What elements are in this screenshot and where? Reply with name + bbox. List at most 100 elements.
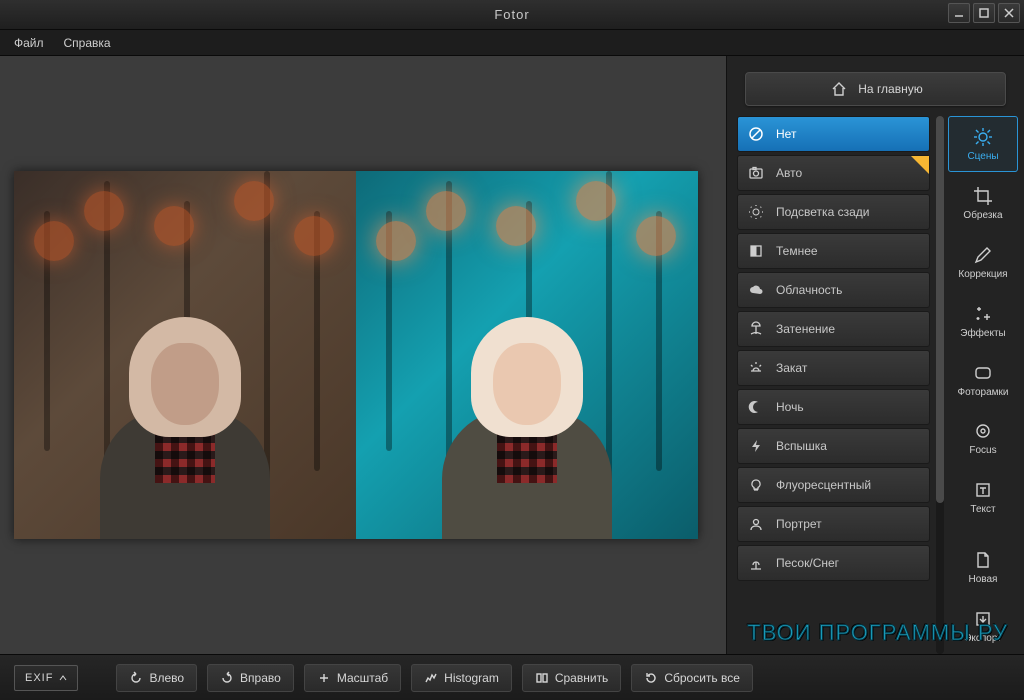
scene-item-auto[interactable]: Авто [737,155,930,191]
scenes-icon [972,126,994,148]
pencil-icon [972,244,994,266]
menu-help[interactable]: Справка [64,36,111,50]
sandsnow-icon [746,553,766,573]
menu-file[interactable]: Файл [14,36,44,50]
scene-item-darker[interactable]: Темнее [737,233,930,269]
btn-label: Сравнить [555,671,608,685]
scene-item-sunset[interactable]: Закат [737,350,930,386]
compare-icon [535,671,549,685]
tab-scenes[interactable]: Сцены [948,116,1018,172]
scene-item-backlight[interactable]: Подсветка сзади [737,194,930,230]
tab-label: Текст [970,504,995,515]
minimize-button[interactable] [948,3,970,23]
night-icon [746,397,766,417]
exif-button[interactable]: EXIF [14,665,78,691]
scene-item-portrait[interactable]: Портрет [737,506,930,542]
cloudy-icon [746,280,766,300]
rotate-left-icon [129,671,143,685]
scrollbar-thumb[interactable] [936,116,944,503]
portrait-icon [746,514,766,534]
right-panel: На главную Нет Авто Подсветка сзади Темнее О… [726,56,1024,654]
tab-label: Сцены [967,151,998,162]
shade-icon [746,319,766,339]
maximize-button[interactable] [973,3,995,23]
scene-label: Песок/Снег [776,556,839,570]
text-icon [972,479,994,501]
scene-label: Вспышка [776,439,827,453]
auto-icon [746,163,766,183]
scene-label: Темнее [776,244,818,258]
scene-label: Флуоресцентный [776,478,871,492]
scene-label: Авто [776,166,802,180]
scene-item-cloudy[interactable]: Облачность [737,272,930,308]
tab-label: Новая [969,574,998,585]
tab-label: Фоторамки [958,387,1009,398]
sparkle-icon [972,303,994,325]
scene-item-none[interactable]: Нет [737,116,930,152]
image-after [356,171,698,539]
scene-list[interactable]: Нет Авто Подсветка сзади Темнее Облачность За… [737,116,934,654]
rotate-left-button[interactable]: Влево [116,664,197,692]
window-controls [948,3,1020,23]
tab-label: Обрезка [963,210,1002,221]
compare-view [14,171,698,539]
scene-label: Закат [776,361,807,375]
rotate-right-button[interactable]: Вправо [207,664,294,692]
canvas-viewport[interactable] [0,56,726,654]
tab-text[interactable]: Текст [948,469,1018,525]
tab-crop[interactable]: Обрезка [948,175,1018,231]
close-button[interactable] [998,3,1020,23]
rotate-right-icon [220,671,234,685]
zoom-icon [317,671,331,685]
scene-label: Нет [776,127,796,141]
home-button[interactable]: На главную [745,72,1006,106]
tab-adjust[interactable]: Коррекция [948,234,1018,290]
reset-button[interactable]: Сбросить все [631,664,753,692]
scene-item-flash[interactable]: Вспышка [737,428,930,464]
focus-icon [972,420,994,442]
scene-item-night[interactable]: Ночь [737,389,930,425]
scene-item-sandsnow[interactable]: Песок/Снег [737,545,930,581]
btn-label: Масштаб [337,671,388,685]
watermark-text: ТВОИ ПРОГРАММЫ РУ [747,620,1008,646]
scene-item-shade[interactable]: Затенение [737,311,930,347]
home-icon [828,78,850,100]
scene-label: Подсветка сзади [776,205,869,219]
none-icon [746,124,766,144]
sunset-icon [746,358,766,378]
tab-label: Focus [969,445,996,456]
window-title: Fotor [0,7,1024,22]
backlight-icon [746,202,766,222]
bottom-toolbar: EXIF Влево Вправо Масштаб Histogram Срав… [0,654,1024,700]
chevron-up-icon [59,674,67,682]
frame-icon [972,362,994,384]
tab-effects[interactable]: Эффекты [948,293,1018,349]
home-label: На главную [858,82,922,96]
compare-button[interactable]: Сравнить [522,664,621,692]
tab-label: Эффекты [960,328,1005,339]
reset-icon [644,671,658,685]
histogram-icon [424,671,438,685]
scene-label: Затенение [776,322,835,336]
scene-scrollbar[interactable] [936,116,944,654]
flash-icon [746,436,766,456]
scene-label: Облачность [776,283,842,297]
tab-focus[interactable]: Focus [948,410,1018,466]
image-before [14,171,356,539]
scene-label: Портрет [776,517,822,531]
btn-label: Вправо [240,671,281,685]
menu-bar: Файл Справка [0,30,1024,56]
canvas-area [0,56,726,654]
tool-tabs: Сцены Обрезка Коррекция Эффекты Фоторамк… [946,116,1024,654]
btn-label: Сбросить все [664,671,740,685]
tab-new[interactable]: Новая [948,539,1018,595]
premium-badge [911,156,929,174]
title-bar: Fotor [0,0,1024,30]
tab-label: Коррекция [958,269,1007,280]
histogram-button[interactable]: Histogram [411,664,512,692]
new-icon [972,549,994,571]
fluorescent-icon [746,475,766,495]
scene-item-fluorescent[interactable]: Флуоресцентный [737,467,930,503]
zoom-button[interactable]: Масштаб [304,664,401,692]
tab-frames[interactable]: Фоторамки [948,352,1018,408]
